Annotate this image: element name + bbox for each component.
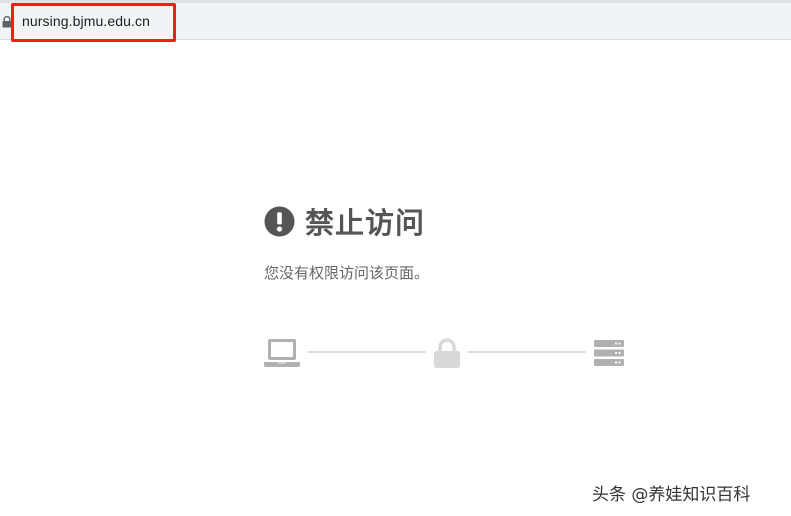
connection-diagram [264, 336, 626, 368]
watermark-text: 头条 @养娃知识百科 [592, 485, 751, 505]
lock-icon [434, 338, 460, 368]
error-header: 禁止访问 [264, 200, 644, 242]
forbidden-page: nursing.bjmu.edu.cn 禁止访问 您没有权限访问该页面。 头条 … [0, 0, 791, 516]
url-highlight-box [11, 3, 176, 42]
error-block: 禁止访问 [264, 200, 644, 242]
error-description: 您没有权限访问该页面。 [264, 264, 430, 282]
laptop-icon [264, 339, 300, 367]
page-title: 禁止访问 [305, 206, 426, 240]
server-icon [594, 340, 624, 366]
connection-line-right [468, 351, 586, 353]
exclamation-circle-icon [264, 205, 295, 237]
connection-line-left [308, 351, 426, 353]
